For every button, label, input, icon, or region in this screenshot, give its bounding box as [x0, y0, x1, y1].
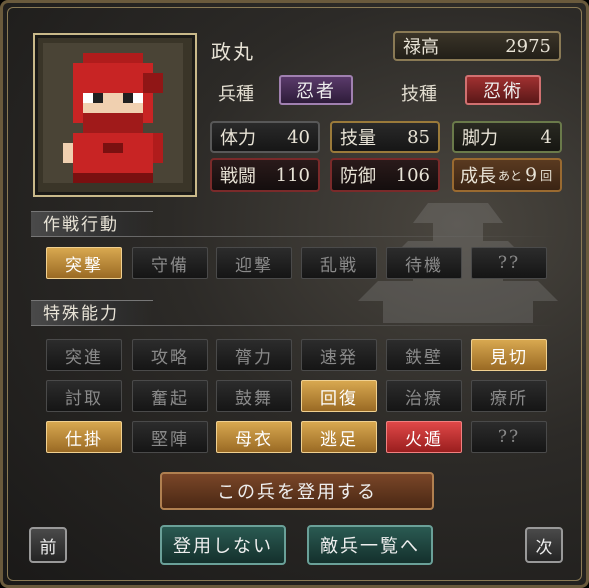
decline-button[interactable]: 登用しない [160, 525, 286, 565]
tactic-button-2[interactable]: 守備 [132, 247, 208, 279]
ability-button-1-2[interactable]: 攻略 [132, 339, 208, 371]
stat-attack-value: 110 [275, 164, 310, 186]
ability-button-1-6[interactable]: 見切 [471, 339, 547, 371]
stat-hp: 体力 40 [210, 121, 320, 153]
ability-button-2-6[interactable]: 療所 [471, 380, 547, 412]
abilities-heading: 特殊能力 [31, 300, 153, 326]
stat-growth-label: 成長 [460, 166, 496, 187]
enemy-list-button[interactable]: 敵兵一覧へ [307, 525, 433, 565]
unit-name: 政丸 [211, 40, 255, 64]
ability-button-3-5[interactable]: 火遁 [386, 421, 462, 453]
tactic-button-1[interactable]: 突撃 [46, 247, 122, 279]
stat-growth: 成長 あと 9 回 [452, 158, 562, 192]
tactics-heading: 作戦行動 [31, 211, 153, 237]
tactic-button-3[interactable]: 迎撃 [216, 247, 292, 279]
stat-growth-value: 9 [525, 164, 538, 186]
ability-button-1-4[interactable]: 速発 [301, 339, 377, 371]
salary-box: 禄高 2975 [393, 31, 561, 61]
troop-type-label: 兵種 [218, 84, 254, 105]
salary-label: 禄高 [403, 37, 439, 58]
stat-hp-value: 40 [287, 126, 310, 148]
stat-skill-value: 85 [407, 126, 430, 148]
portrait-frame [33, 33, 197, 197]
tactics-rule [31, 236, 558, 237]
ability-button-3-4[interactable]: 逃足 [301, 421, 377, 453]
ability-button-1-5[interactable]: 鉄壁 [386, 339, 462, 371]
salary-value: 2975 [505, 35, 551, 57]
tactic-button-5[interactable]: 待機 [386, 247, 462, 279]
stat-leg-value: 4 [540, 126, 552, 148]
skill-type-badge: 忍術 [465, 75, 541, 105]
stat-attack-label: 戦闘 [220, 166, 256, 187]
skill-type-label: 技種 [401, 84, 437, 105]
tactic-button-6[interactable]: ?? [471, 247, 547, 279]
ability-button-3-2[interactable]: 堅陣 [132, 421, 208, 453]
abilities-rule [31, 325, 558, 326]
stat-defense-value: 106 [395, 164, 430, 186]
stat-defense-label: 防御 [340, 166, 376, 187]
stat-hp-label: 体力 [220, 128, 256, 149]
stat-skill-label: 技量 [340, 128, 376, 149]
prev-button[interactable]: 前 [29, 527, 67, 563]
ninja-portrait [43, 43, 183, 183]
ability-button-3-1[interactable]: 仕掛 [46, 421, 122, 453]
ability-button-2-4[interactable]: 回復 [301, 380, 377, 412]
tactic-button-4[interactable]: 乱戦 [301, 247, 377, 279]
recruit-button[interactable]: この兵を登用する [160, 472, 434, 510]
ability-button-1-3[interactable]: 膂力 [216, 339, 292, 371]
ability-button-2-2[interactable]: 奮起 [132, 380, 208, 412]
troop-type-badge: 忍者 [279, 75, 353, 105]
ability-button-3-3[interactable]: 母衣 [216, 421, 292, 453]
unit-detail-panel: 政丸 禄高 2975 兵種 忍者 技種 忍術 体力 40 技量 85 脚力 4 … [0, 0, 589, 588]
ability-button-2-1[interactable]: 討取 [46, 380, 122, 412]
stat-defense: 防御 106 [330, 158, 440, 192]
next-button[interactable]: 次 [525, 527, 563, 563]
stat-growth-unit: 回 [540, 168, 553, 183]
ability-button-2-3[interactable]: 鼓舞 [216, 380, 292, 412]
stat-attack: 戦闘 110 [210, 158, 320, 192]
ability-button-3-6[interactable]: ?? [471, 421, 547, 453]
stat-leg-label: 脚力 [462, 128, 498, 149]
ability-button-1-1[interactable]: 突進 [46, 339, 122, 371]
stat-skill: 技量 85 [330, 121, 440, 153]
stat-leg: 脚力 4 [452, 121, 562, 153]
stat-growth-small: あと [498, 168, 523, 183]
ability-button-2-5[interactable]: 治療 [386, 380, 462, 412]
